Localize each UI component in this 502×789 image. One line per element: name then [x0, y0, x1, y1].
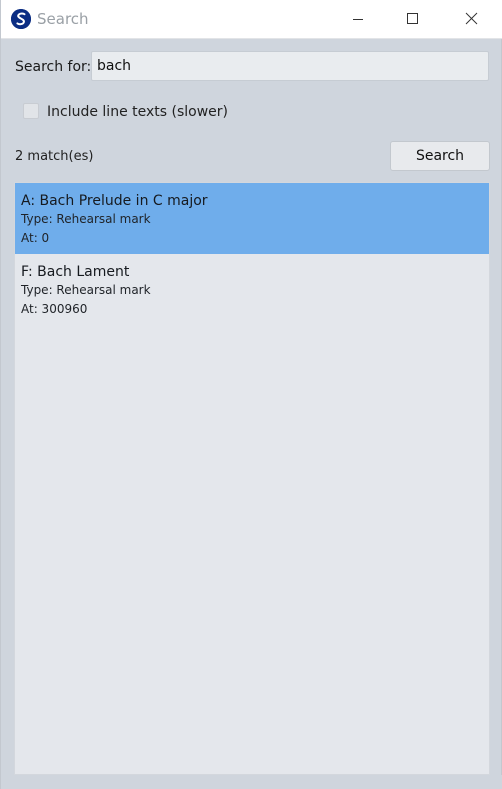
- result-position: At: 300960: [21, 302, 88, 316]
- close-button[interactable]: [448, 0, 494, 38]
- app-logo-icon: [11, 9, 31, 29]
- match-count: 2 match(es): [15, 149, 94, 164]
- title-bar[interactable]: Search: [1, 0, 502, 39]
- search-window: Search Search for: Include line texts (s…: [0, 0, 502, 789]
- result-item[interactable]: F: Bach Lament Type: Rehearsal mark At: …: [15, 254, 489, 325]
- include-line-texts-checkbox[interactable]: [23, 103, 39, 119]
- result-type: Type: Rehearsal mark: [21, 212, 151, 226]
- minimize-button[interactable]: [335, 0, 381, 38]
- minimize-icon: [353, 19, 363, 20]
- maximize-button[interactable]: [389, 0, 435, 38]
- window-bottom-edge: [1, 775, 502, 789]
- result-type: Type: Rehearsal mark: [21, 283, 151, 297]
- window-title: Search: [37, 10, 89, 28]
- results-list[interactable]: A: Bach Prelude in C major Type: Rehears…: [14, 182, 490, 775]
- close-icon: [465, 12, 478, 25]
- search-button[interactable]: Search: [390, 141, 490, 171]
- result-title: F: Bach Lament: [21, 264, 130, 280]
- result-position: At: 0: [21, 231, 50, 245]
- search-input[interactable]: [91, 51, 489, 81]
- search-label: Search for:: [15, 59, 92, 75]
- include-line-texts-label[interactable]: Include line texts (slower): [47, 103, 228, 121]
- result-item[interactable]: A: Bach Prelude in C major Type: Rehears…: [15, 183, 489, 254]
- result-title: A: Bach Prelude in C major: [21, 193, 208, 209]
- maximize-icon: [407, 13, 418, 24]
